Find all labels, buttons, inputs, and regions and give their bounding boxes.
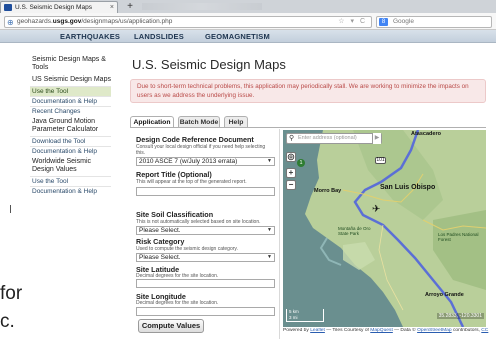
scale-mi: 3 mi bbox=[289, 315, 298, 320]
leaflet-link[interactable]: Leaflet bbox=[310, 328, 325, 333]
left-text-fragment: c. bbox=[0, 311, 15, 332]
map-search-placeholder: Enter address (optional) bbox=[298, 135, 357, 141]
sidebar-item-documentation[interactable]: Documentation & Help bbox=[30, 146, 111, 156]
page-title: U.S. Seismic Design Maps bbox=[132, 57, 286, 72]
zoom-in-button[interactable]: + bbox=[286, 168, 296, 178]
sidebar-heading[interactable]: US Seismic Design Maps bbox=[30, 74, 111, 86]
search-engine-icon[interactable]: 8 bbox=[379, 18, 388, 26]
left-border-mark bbox=[10, 205, 11, 213]
new-tab-button[interactable]: + bbox=[123, 2, 137, 12]
browser-nav-bar: ⊕ geohazards.usgs.gov/designmaps/us/appl… bbox=[0, 13, 496, 30]
sidebar-item-use-tool[interactable]: Use the Tool bbox=[30, 86, 111, 96]
browser-tab-title: U.S. Seismic Design Maps bbox=[15, 4, 92, 11]
site-longitude-input[interactable] bbox=[136, 307, 275, 316]
map-address-search[interactable]: ⚲ Enter address (optional) ▶ bbox=[286, 133, 382, 144]
osm-link[interactable]: OpenStreetMap bbox=[417, 328, 452, 333]
site-nav: EARTHQUAKES LANDSLIDES GEOMAGNETISM bbox=[0, 30, 496, 43]
alert-banner: Due to short-term technical problems, th… bbox=[130, 79, 486, 103]
attribution-text: — Data © bbox=[392, 328, 418, 333]
map-marker-badge[interactable]: 1 bbox=[297, 159, 305, 167]
design-code-select[interactable]: 2010 ASCE 7 (w/July 2013 errata) ▼ bbox=[136, 157, 275, 166]
locate-icon[interactable]: ◎ bbox=[286, 152, 296, 162]
map-scale-bar: 5 km 3 mi bbox=[286, 309, 324, 322]
attribution-text: — Tiles Courtesy of bbox=[324, 328, 371, 333]
attribution-text: contributors, bbox=[451, 328, 482, 333]
globe-icon: ⊕ bbox=[7, 18, 14, 27]
map-attribution: Powered by Leaflet — Tiles Courtesy of M… bbox=[283, 328, 493, 333]
usgs-favicon-icon bbox=[4, 4, 12, 11]
url-domain: usgs.gov bbox=[52, 18, 82, 25]
url-prefix: geohazards. bbox=[17, 18, 53, 25]
play-arrow-icon[interactable]: ▶ bbox=[372, 133, 381, 144]
site-longitude-help: Decimal degrees for the site location. bbox=[136, 300, 219, 306]
chevron-down-icon: ▼ bbox=[267, 254, 272, 260]
site-soil-value: Please Select. bbox=[139, 227, 181, 234]
tabbar-decoration bbox=[142, 3, 262, 10]
highway-shield: 101 bbox=[375, 157, 386, 164]
attribution-text: Powered by bbox=[283, 328, 311, 333]
compute-values-button[interactable]: Compute Values bbox=[138, 319, 204, 333]
site-soil-label: Site Soil Classification bbox=[136, 210, 214, 219]
design-form: Design Code Reference Document Consult y… bbox=[131, 129, 280, 339]
sidebar-item-documentation[interactable]: Documentation & Help bbox=[30, 186, 111, 196]
design-code-value: 2010 ASCE 7 (w/July 2013 errata) bbox=[139, 158, 238, 165]
search-placeholder: Google bbox=[393, 18, 414, 25]
town-label: Arroyo Grande bbox=[425, 292, 464, 298]
design-code-help: Consult your local design official if yo… bbox=[136, 144, 266, 156]
left-text-fragment: for bbox=[0, 283, 23, 304]
park-label: Los Padres National Forest bbox=[438, 232, 479, 242]
report-title-label: Report Title (Optional) bbox=[136, 170, 212, 179]
sidebar-item-recent-changes[interactable]: Recent Changes bbox=[30, 106, 111, 116]
map-coordinates: 35.2833, -120.3301 bbox=[436, 313, 484, 319]
nav-geomagnetism[interactable]: GEOMAGNETISM bbox=[205, 32, 270, 41]
design-code-label: Design Code Reference Document bbox=[136, 135, 254, 144]
browser-tab[interactable]: U.S. Seismic Design Maps × bbox=[0, 1, 118, 13]
sidebar-item-documentation[interactable]: Documentation & Help bbox=[30, 96, 111, 106]
sidebar-item-download[interactable]: Download the Tool bbox=[30, 136, 111, 146]
nav-landslides[interactable]: LANDSLIDES bbox=[134, 32, 184, 41]
address-bar[interactable]: ⊕ geohazards.usgs.gov/designmaps/us/appl… bbox=[4, 16, 372, 28]
site-soil-select[interactable]: Please Select. ▼ bbox=[136, 226, 275, 235]
sidebar-heading[interactable]: Java Ground Motion Parameter Calculator bbox=[30, 116, 111, 136]
risk-category-label: Risk Category bbox=[136, 237, 185, 246]
browser-search-box[interactable]: 8 Google bbox=[376, 16, 492, 28]
park-label: Montaña de Oro State Park bbox=[338, 226, 371, 236]
town-label: Morro Bay bbox=[314, 188, 342, 194]
sidebar-item-use-tool[interactable]: Use the Tool bbox=[30, 176, 111, 186]
report-title-help: This will appear at the top of the gener… bbox=[136, 179, 247, 185]
town-label: Atascadero bbox=[411, 131, 441, 137]
mapquest-link[interactable]: MapQuest bbox=[370, 328, 393, 333]
nav-earthquakes[interactable]: EARTHQUAKES bbox=[60, 32, 120, 41]
town-label: San Luis Obispo bbox=[380, 184, 436, 191]
tab-divider bbox=[130, 127, 486, 128]
map-view[interactable]: ⚲ Enter address (optional) ▶ ◎ + − 1 Ata… bbox=[283, 130, 486, 327]
sidebar-heading[interactable]: Worldwide Seismic Design Values bbox=[30, 156, 111, 176]
site-latitude-input[interactable] bbox=[136, 279, 275, 288]
url-path: /designmaps/us/application.php bbox=[81, 18, 173, 25]
sidebar-heading[interactable]: Seismic Design Maps & Tools bbox=[30, 54, 111, 74]
report-title-input[interactable] bbox=[136, 187, 275, 196]
risk-category-value: Please Select. bbox=[139, 254, 181, 261]
risk-category-select[interactable]: Please Select. ▼ bbox=[136, 253, 275, 262]
site-soil-help: This is not automatically selected based… bbox=[136, 219, 261, 225]
risk-category-help: Used to compute the seismic design categ… bbox=[136, 246, 238, 252]
chevron-down-icon: ▼ bbox=[267, 227, 272, 233]
chevron-down-icon: ▼ bbox=[267, 158, 272, 164]
browser-tab-bar: U.S. Seismic Design Maps × + bbox=[0, 0, 496, 13]
sidebar: Seismic Design Maps & Tools US Seismic D… bbox=[30, 54, 111, 196]
airport-icon: ✈ bbox=[372, 204, 381, 215]
tab-close-icon[interactable]: × bbox=[110, 2, 114, 13]
search-icon: ⚲ bbox=[289, 135, 295, 142]
cc-link[interactable]: CC bbox=[481, 328, 488, 333]
bookmark-star-icon[interactable]: ☆ ▾ C bbox=[338, 17, 367, 27]
zoom-out-button[interactable]: − bbox=[286, 180, 296, 190]
